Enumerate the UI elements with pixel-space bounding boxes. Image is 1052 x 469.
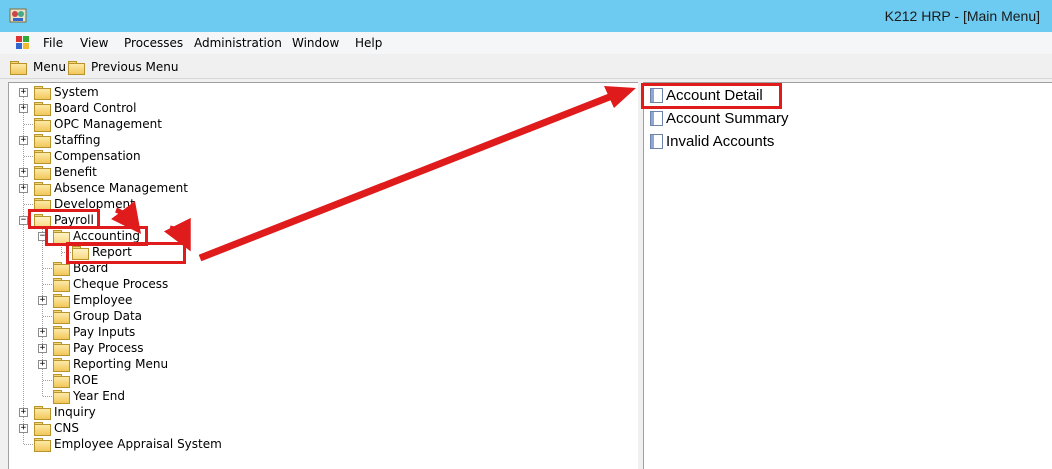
expand-icon[interactable]: + (19, 136, 28, 145)
folder-icon (33, 85, 51, 100)
expand-icon[interactable]: + (19, 184, 28, 193)
menu-button-label: Menu (33, 60, 66, 74)
tree-item-group-data[interactable]: Group Data (52, 308, 142, 324)
menu-processes[interactable]: Processes (124, 36, 183, 50)
tree-item-employee-appraisal-system[interactable]: Employee Appraisal System (33, 436, 222, 452)
highlight-report (66, 242, 186, 264)
folder-icon (52, 357, 70, 372)
tree-item-pay-process[interactable]: Pay Process (52, 340, 144, 356)
folder-icon (52, 341, 70, 356)
window-system-icon[interactable] (16, 36, 29, 49)
folder-icon (52, 325, 70, 340)
tree-guide-line (43, 316, 52, 317)
tree-item-year-end[interactable]: Year End (52, 388, 125, 404)
folder-icon (33, 405, 51, 420)
expand-icon[interactable]: + (19, 104, 28, 113)
highlight-account-detail (641, 83, 782, 109)
tree-item-benefit[interactable]: Benefit (33, 164, 97, 180)
folder-icon (52, 389, 70, 404)
folder-icon (33, 181, 51, 196)
previous-menu-label: Previous Menu (91, 60, 179, 74)
folder-back-icon (67, 60, 85, 75)
folder-icon (52, 293, 70, 308)
expand-icon[interactable]: + (38, 296, 47, 305)
menu-help[interactable]: Help (355, 36, 382, 50)
expand-icon[interactable]: + (38, 328, 47, 337)
expand-icon[interactable]: + (38, 360, 47, 369)
menu-administration[interactable]: Administration (194, 36, 282, 50)
folder-icon (33, 165, 51, 180)
folder-icon (33, 133, 51, 148)
expand-icon[interactable]: + (19, 408, 28, 417)
tree-item-roe[interactable]: ROE (52, 372, 98, 388)
tree-guide-line (42, 228, 43, 396)
collapse-icon[interactable]: − (19, 216, 28, 225)
tree-guide-line (43, 284, 52, 285)
tree-item-board-control[interactable]: Board Control (33, 100, 136, 116)
hrp-app-icon[interactable] (9, 6, 27, 24)
tree-item-employee[interactable]: Employee (52, 292, 132, 308)
tree-item-staffing[interactable]: Staffing (33, 132, 101, 148)
menu-file[interactable]: File (43, 36, 63, 50)
tree-item-opc-management[interactable]: OPC Management (33, 116, 162, 132)
tree-item-cheque-process[interactable]: Cheque Process (52, 276, 168, 292)
tree-item-system[interactable]: System (33, 84, 99, 100)
folder-icon (33, 149, 51, 164)
folder-icon (33, 421, 51, 436)
expand-icon[interactable]: + (19, 424, 28, 433)
tree-guide-line (24, 124, 33, 125)
report-item-account-summary[interactable]: Account Summary (650, 110, 789, 127)
tree-item-cns[interactable]: CNS (33, 420, 79, 436)
folder-icon (52, 373, 70, 388)
tree-guide-line (24, 444, 33, 445)
document-icon (650, 134, 663, 149)
folder-icon (52, 277, 70, 292)
menu-button[interactable]: Menu (9, 59, 66, 75)
document-icon (650, 111, 663, 126)
tree-guide-line (43, 380, 52, 381)
tree-item-pay-inputs[interactable]: Pay Inputs (52, 324, 135, 340)
expand-icon[interactable]: + (19, 88, 28, 97)
tree-item-inquiry[interactable]: Inquiry (33, 404, 96, 420)
expand-icon[interactable]: + (38, 344, 47, 353)
folder-icon (33, 437, 51, 452)
menu-view[interactable]: View (80, 36, 108, 50)
folder-icon (33, 101, 51, 116)
tree-guide-line (43, 268, 52, 269)
tree-item-absence-management[interactable]: Absence Management (33, 180, 188, 196)
folder-icon (52, 309, 70, 324)
report-item-invalid-accounts[interactable]: Invalid Accounts (650, 133, 774, 150)
menu-window[interactable]: Window (292, 36, 339, 50)
previous-menu-button[interactable]: Previous Menu (67, 59, 178, 75)
tree-guide-line (43, 396, 52, 397)
tree-item-reporting-menu[interactable]: Reporting Menu (52, 356, 168, 372)
folder-icon (9, 60, 27, 75)
expand-icon[interactable]: + (19, 168, 28, 177)
tree-guide-line (24, 156, 33, 157)
window-title: K212 HRP - [Main Menu] (884, 8, 1040, 24)
folder-icon (33, 117, 51, 132)
tree-item-compensation[interactable]: Compensation (33, 148, 141, 164)
tree-guide-line (24, 204, 33, 205)
